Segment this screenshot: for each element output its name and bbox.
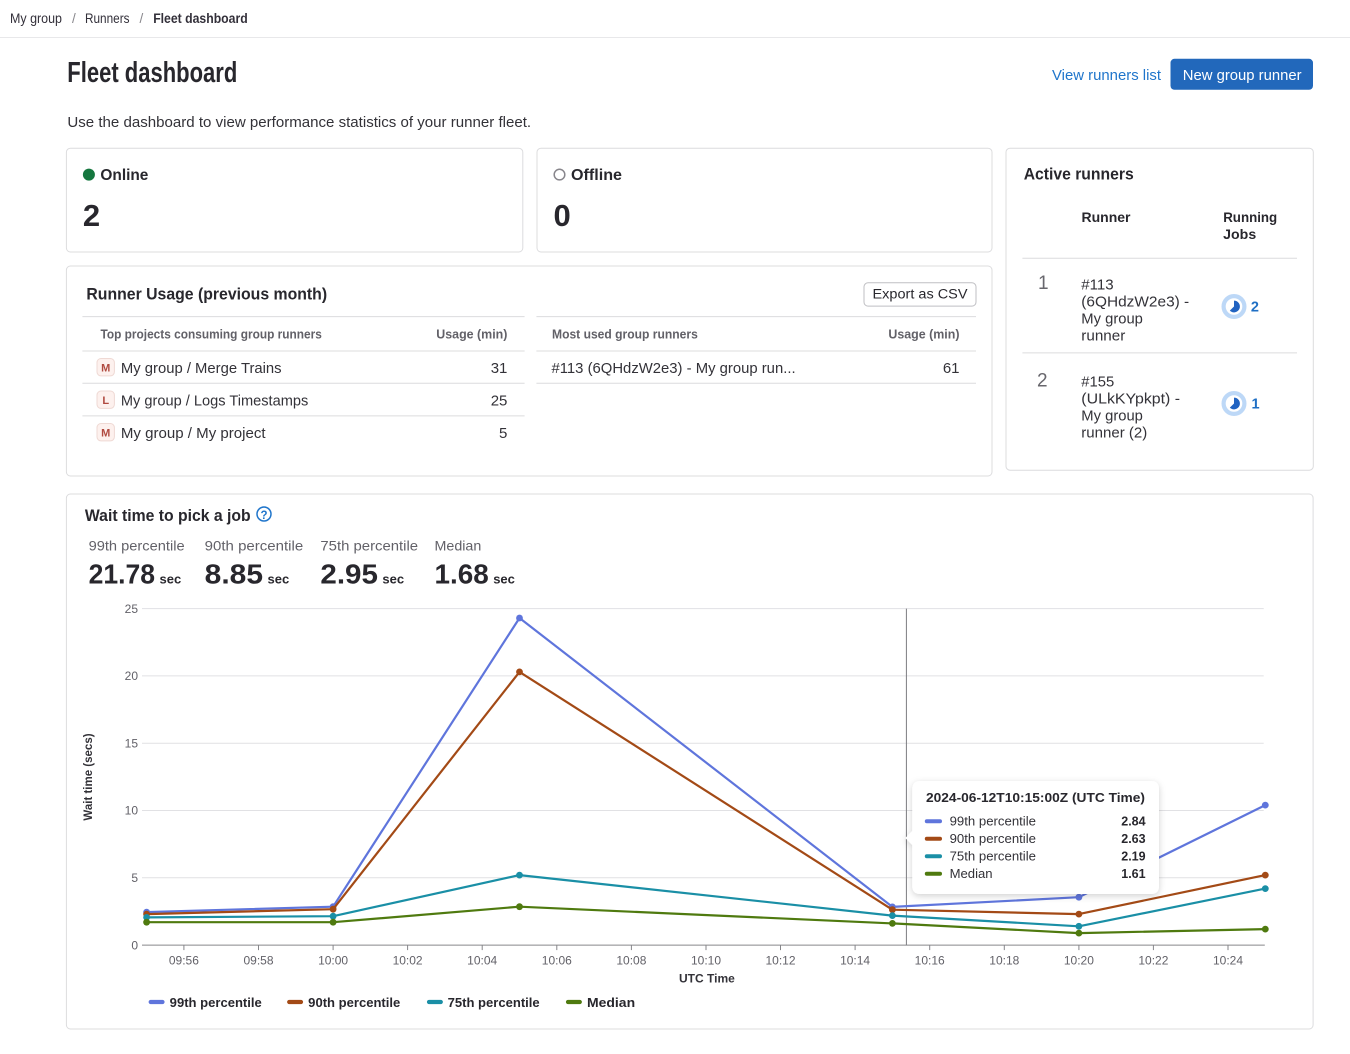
svg-text:10:04: 10:04 xyxy=(467,954,497,968)
svg-text:(6QHdzW2e3) -: (6QHdzW2e3) - xyxy=(1081,294,1189,310)
svg-text:Usage (min): Usage (min) xyxy=(436,327,507,342)
svg-text:10:16: 10:16 xyxy=(915,954,945,968)
svg-text:10: 10 xyxy=(125,804,139,818)
svg-text:25: 25 xyxy=(491,392,508,409)
svg-text:M: M xyxy=(101,427,110,439)
svg-text:2.95: 2.95 xyxy=(320,559,378,590)
svg-text:Use the dashboard to view perf: Use the dashboard to view performance st… xyxy=(67,115,531,131)
svg-text:My group: My group xyxy=(10,11,62,26)
svg-text:My group: My group xyxy=(1081,311,1143,327)
svg-text:09:58: 09:58 xyxy=(243,954,273,968)
svg-text:#155: #155 xyxy=(1081,374,1114,390)
svg-text:My group / Logs Timestamps: My group / Logs Timestamps xyxy=(121,392,308,409)
svg-text:(ULkKYpkpt) -: (ULkKYpkpt) - xyxy=(1081,391,1180,407)
svg-text:?: ? xyxy=(260,510,267,522)
svg-text:10:08: 10:08 xyxy=(616,954,646,968)
svg-text:21.78: 21.78 xyxy=(89,559,155,590)
svg-text:Active runners: Active runners xyxy=(1024,166,1134,184)
svg-text:Top projects consuming group r: Top projects consuming group runners xyxy=(101,327,322,342)
svg-text:90th percentile: 90th percentile xyxy=(308,996,400,1010)
svg-text:10:12: 10:12 xyxy=(765,954,795,968)
svg-text:Runner Usage (previous month): Runner Usage (previous month) xyxy=(86,286,327,304)
svg-text:Wait time (secs): Wait time (secs) xyxy=(83,733,95,820)
svg-text:New group runner: New group runner xyxy=(1183,67,1302,84)
svg-text:sec: sec xyxy=(493,572,515,587)
svg-text:sec: sec xyxy=(268,572,290,587)
svg-text:Median: Median xyxy=(435,538,482,554)
svg-text:90th percentile: 90th percentile xyxy=(950,832,1036,846)
svg-text:10:18: 10:18 xyxy=(989,954,1019,968)
svg-text:2.19: 2.19 xyxy=(1121,850,1145,864)
svg-text:Export as CSV: Export as CSV xyxy=(873,287,968,302)
svg-text:Most used group runners: Most used group runners xyxy=(552,327,698,342)
svg-text:Fleet dashboard: Fleet dashboard xyxy=(153,11,248,26)
svg-text:1: 1 xyxy=(1038,273,1049,294)
svg-text:99th percentile: 99th percentile xyxy=(950,815,1036,829)
svg-text:2024-06-12T10:15:00Z (UTC Time: 2024-06-12T10:15:00Z (UTC Time) xyxy=(926,790,1145,805)
svg-text:1.61: 1.61 xyxy=(1121,867,1145,881)
svg-text:10:14: 10:14 xyxy=(840,954,870,968)
svg-text:1: 1 xyxy=(1252,397,1260,413)
svg-text:runner: runner xyxy=(1081,328,1125,344)
svg-text:10:02: 10:02 xyxy=(393,954,423,968)
svg-text:L: L xyxy=(102,395,109,407)
svg-text:M: M xyxy=(101,362,110,374)
svg-text:1.68: 1.68 xyxy=(435,559,489,590)
svg-text:#113 (6QHdzW2e3) - My group ru: #113 (6QHdzW2e3) - My group run... xyxy=(552,360,796,377)
svg-text:Runner: Runner xyxy=(1082,209,1132,225)
svg-text:31: 31 xyxy=(491,360,508,377)
svg-text:61: 61 xyxy=(943,360,960,377)
svg-text:8.85: 8.85 xyxy=(205,559,263,590)
svg-text:Wait time to pick a job: Wait time to pick a job xyxy=(85,507,251,525)
svg-text:75th percentile: 75th percentile xyxy=(950,850,1036,864)
svg-text:99th percentile: 99th percentile xyxy=(170,996,262,1010)
svg-text:0: 0 xyxy=(554,198,571,233)
svg-text:20: 20 xyxy=(125,669,139,683)
svg-text:Jobs: Jobs xyxy=(1223,226,1256,242)
svg-text:99th percentile: 99th percentile xyxy=(89,538,185,554)
svg-text:View runners list: View runners list xyxy=(1052,67,1162,84)
svg-text:10:24: 10:24 xyxy=(1213,954,1243,968)
svg-text:10:10: 10:10 xyxy=(691,954,721,968)
svg-text:10:00: 10:00 xyxy=(318,954,348,968)
svg-text:Median: Median xyxy=(950,867,993,881)
svg-text:UTC Time: UTC Time xyxy=(679,971,735,985)
svg-text:10:20: 10:20 xyxy=(1064,954,1094,968)
svg-text:Median: Median xyxy=(587,996,635,1010)
svg-text:2.84: 2.84 xyxy=(1121,815,1145,829)
svg-text:Fleet dashboard: Fleet dashboard xyxy=(67,57,237,89)
svg-text:Usage (min): Usage (min) xyxy=(888,327,959,342)
svg-text:My group: My group xyxy=(1081,408,1143,424)
svg-text:2.63: 2.63 xyxy=(1121,832,1145,846)
svg-text:sec: sec xyxy=(382,572,404,587)
svg-text:Running: Running xyxy=(1223,209,1277,225)
svg-text:09:56: 09:56 xyxy=(169,954,199,968)
svg-text:75th percentile: 75th percentile xyxy=(448,996,540,1010)
svg-text:2: 2 xyxy=(1251,300,1259,316)
svg-text:My group / Merge Trains: My group / Merge Trains xyxy=(121,360,282,377)
svg-text:Offline: Offline xyxy=(571,167,622,184)
svg-text:#113: #113 xyxy=(1081,277,1113,293)
svg-text:Online: Online xyxy=(100,167,148,184)
svg-text:sec: sec xyxy=(160,572,182,587)
svg-text:/: / xyxy=(72,11,76,26)
svg-text:75th percentile: 75th percentile xyxy=(320,538,418,554)
svg-text:10:06: 10:06 xyxy=(542,954,572,968)
svg-text:0: 0 xyxy=(131,938,138,952)
svg-text:10:22: 10:22 xyxy=(1138,954,1168,968)
svg-text:/: / xyxy=(140,11,144,26)
svg-text:5: 5 xyxy=(131,871,138,885)
svg-text:25: 25 xyxy=(125,602,139,616)
svg-text:runner (2): runner (2) xyxy=(1081,425,1147,441)
svg-text:15: 15 xyxy=(125,736,139,750)
svg-text:2: 2 xyxy=(83,198,100,233)
svg-text:90th percentile: 90th percentile xyxy=(205,538,304,554)
svg-text:My group / My project: My group / My project xyxy=(121,425,267,442)
svg-text:2: 2 xyxy=(1037,370,1048,391)
svg-text:Runners: Runners xyxy=(85,11,130,26)
svg-text:5: 5 xyxy=(499,425,507,442)
